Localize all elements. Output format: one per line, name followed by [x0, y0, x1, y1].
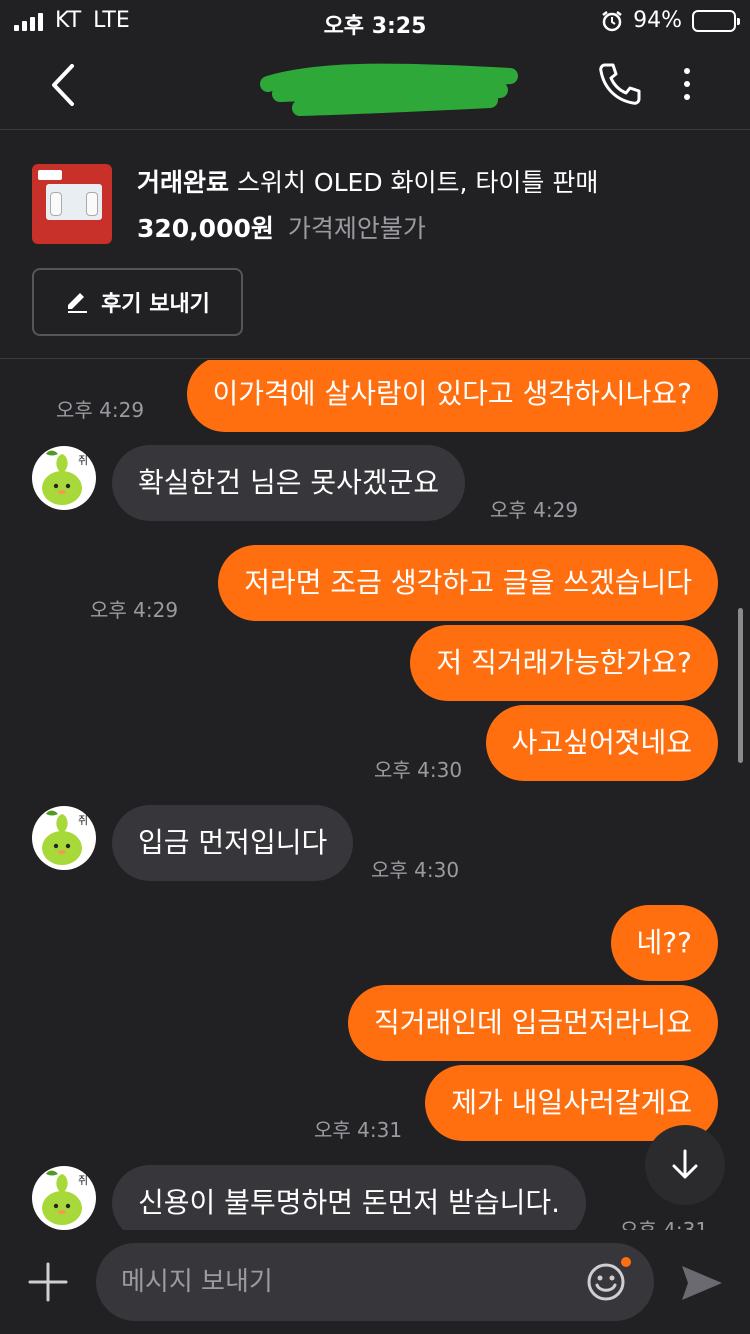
scrollbar[interactable]	[738, 608, 743, 763]
message-time: 오후 4:29	[90, 598, 179, 622]
message-time: 오후 4:29	[490, 498, 579, 522]
message-bubble-outgoing[interactable]: 네??	[610, 905, 718, 981]
avatar-label: 쥐	[78, 814, 88, 827]
pear-character-icon: 쥐	[42, 450, 88, 505]
negotiation-status: 가격제안불가	[287, 214, 426, 243]
message-bubble-incoming[interactable]: 확실한건 님은 못사겠군요	[112, 445, 466, 521]
product-thumbnail[interactable]	[32, 164, 112, 244]
battery-icon	[692, 9, 740, 32]
alarm-icon	[602, 10, 622, 31]
message-bubble-outgoing[interactable]: 사고싶어졋네요	[485, 705, 718, 781]
avatar[interactable]: 쥐	[32, 446, 96, 510]
message-time: 오후 4:31	[314, 1118, 403, 1142]
plus-icon[interactable]	[28, 1262, 68, 1302]
pear-character-icon: 쥐	[42, 810, 88, 865]
message-input[interactable]	[96, 1243, 654, 1321]
message-bubble-outgoing[interactable]: 이가격에 살사람이 있다고 생각하시나요?	[186, 360, 718, 432]
chat-title: 나세인	[260, 56, 520, 116]
phone-icon[interactable]	[596, 60, 644, 108]
message-time: 오후 4:30	[374, 758, 463, 782]
avatar-label: 쥐	[78, 1174, 88, 1187]
emoji-icon[interactable]	[586, 1262, 626, 1302]
pencil-icon	[68, 293, 88, 313]
status-right: 94%	[601, 8, 740, 33]
avatar-label: 쥐	[78, 454, 88, 467]
message-bubble-outgoing[interactable]: 저 직거래가능한가요?	[410, 625, 718, 701]
pear-character-icon: 쥐	[42, 1170, 88, 1225]
thumbnail-logo	[38, 170, 62, 180]
avatar[interactable]: 쥐	[32, 1166, 96, 1230]
deal-status: 거래완료	[137, 168, 230, 197]
product-card[interactable]: 거래완료 스위치 OLED 화이트, 타이틀 판매 320,000원 가격제안불…	[0, 131, 750, 359]
send-review-button[interactable]: 후기 보내기	[32, 268, 243, 336]
product-price: 320,000원	[137, 214, 274, 243]
chat-messages[interactable]: 이가격에 살사람이 있다고 생각하시나요? 오후 4:29 쥐 확실한건 님은 …	[0, 360, 750, 1230]
chat-header: 나세인	[0, 42, 750, 130]
chevron-left-icon[interactable]	[44, 60, 84, 110]
battery-percent: 94%	[633, 8, 682, 33]
send-icon[interactable]	[680, 1262, 724, 1304]
product-name: 스위치 OLED 화이트, 타이틀 판매	[236, 168, 599, 197]
more-vertical-icon[interactable]	[672, 64, 702, 104]
message-time: 오후 4:30	[371, 858, 460, 882]
message-time: 오후 4:29	[56, 398, 145, 422]
scroll-to-bottom-button[interactable]	[645, 1125, 725, 1205]
product-price-line: 320,000원 가격제안불가	[137, 209, 426, 245]
notification-dot	[621, 1257, 631, 1267]
redaction-scribble	[260, 63, 518, 116]
status-bar: KT LTE 오후 3:25 94%	[0, 0, 750, 42]
message-input-bar	[0, 1230, 750, 1334]
message-bubble-outgoing[interactable]: 저라면 조금 생각하고 글을 쓰겠습니다	[218, 545, 718, 621]
send-review-label: 후기 보내기	[101, 292, 210, 317]
message-time: 오후 4:31	[620, 1218, 709, 1230]
message-bubble-incoming[interactable]: 입금 먼저입니다	[112, 805, 354, 881]
thumbnail-console	[46, 184, 102, 220]
message-bubble-incoming[interactable]: 신용이 불투명하면 돈먼저 받습니다.	[112, 1165, 587, 1230]
message-bubble-outgoing[interactable]: 직거래인데 입금먼저라니요	[347, 985, 718, 1061]
arrow-down-icon	[672, 1149, 698, 1179]
avatar[interactable]: 쥐	[32, 806, 96, 870]
product-title-line: 거래완료 스위치 OLED 화이트, 타이틀 판매	[137, 163, 598, 199]
